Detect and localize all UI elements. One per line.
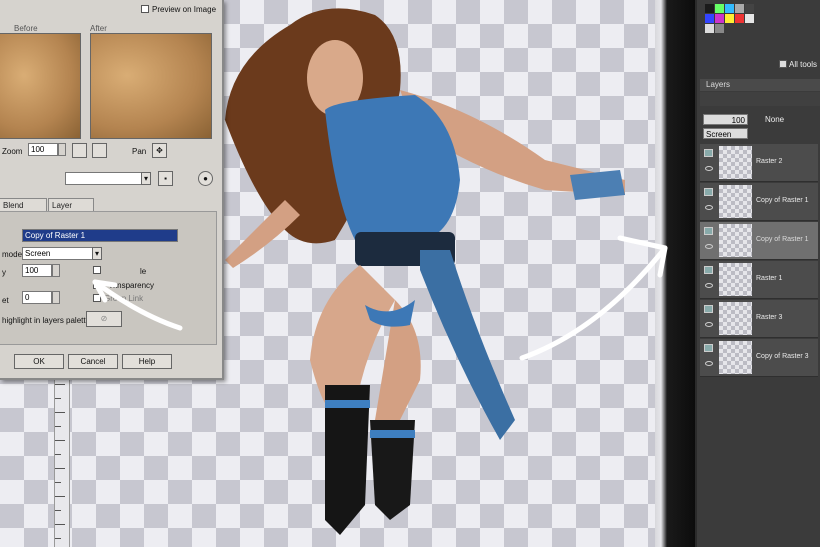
layer-name: Raster 1 <box>756 275 783 282</box>
layer-thumbnail <box>719 263 752 296</box>
layer-row[interactable]: Raster 2 <box>700 144 818 182</box>
layer-name: Raster 2 <box>756 158 783 165</box>
eye-icon[interactable] <box>705 166 713 171</box>
layer-name: Copy of Raster 1 <box>756 236 809 243</box>
layer-row[interactable]: Raster 1 <box>700 261 818 299</box>
layer-row-selected[interactable]: Copy of Raster 1 <box>700 222 818 260</box>
color-swatches[interactable] <box>705 0 767 38</box>
layer-blend-mode-select[interactable]: Screen <box>703 128 748 139</box>
layer-name: Copy of Raster 3 <box>756 353 809 360</box>
layer-thumbnail <box>719 146 752 179</box>
layer-type-icon <box>704 305 713 313</box>
layer-type-icon <box>704 227 713 235</box>
layer-type-icon <box>704 149 713 157</box>
all-tools-label: All tools <box>789 60 818 69</box>
layers-title: Layers <box>700 79 820 91</box>
layer-row[interactable]: Copy of Raster 1 <box>700 183 818 221</box>
layers-toolbar[interactable] <box>700 92 820 106</box>
layer-name: Raster 3 <box>756 314 783 321</box>
layer-type-icon <box>704 344 713 352</box>
layer-row[interactable]: Copy of Raster 3 <box>700 339 818 377</box>
eye-icon[interactable] <box>705 244 713 249</box>
layer-thumbnail <box>719 185 752 218</box>
layer-thumbnail <box>719 302 752 335</box>
all-tools-checkbox[interactable] <box>779 60 787 68</box>
mask-label: None <box>765 115 785 124</box>
layer-name: Copy of Raster 1 <box>756 197 809 204</box>
eye-icon[interactable] <box>705 322 713 327</box>
eye-icon[interactable] <box>705 361 713 366</box>
layers-panel: All tools Layers 100 None Screen Raster … <box>697 0 820 547</box>
layer-thumbnail <box>719 224 752 257</box>
eye-icon[interactable] <box>705 205 713 210</box>
layer-opacity-input[interactable]: 100 <box>703 114 748 125</box>
layer-type-icon <box>704 266 713 274</box>
layer-row[interactable]: Raster 3 <box>700 300 818 338</box>
layer-type-icon <box>704 188 713 196</box>
eye-icon[interactable] <box>705 283 713 288</box>
layer-thumbnail <box>719 341 752 374</box>
